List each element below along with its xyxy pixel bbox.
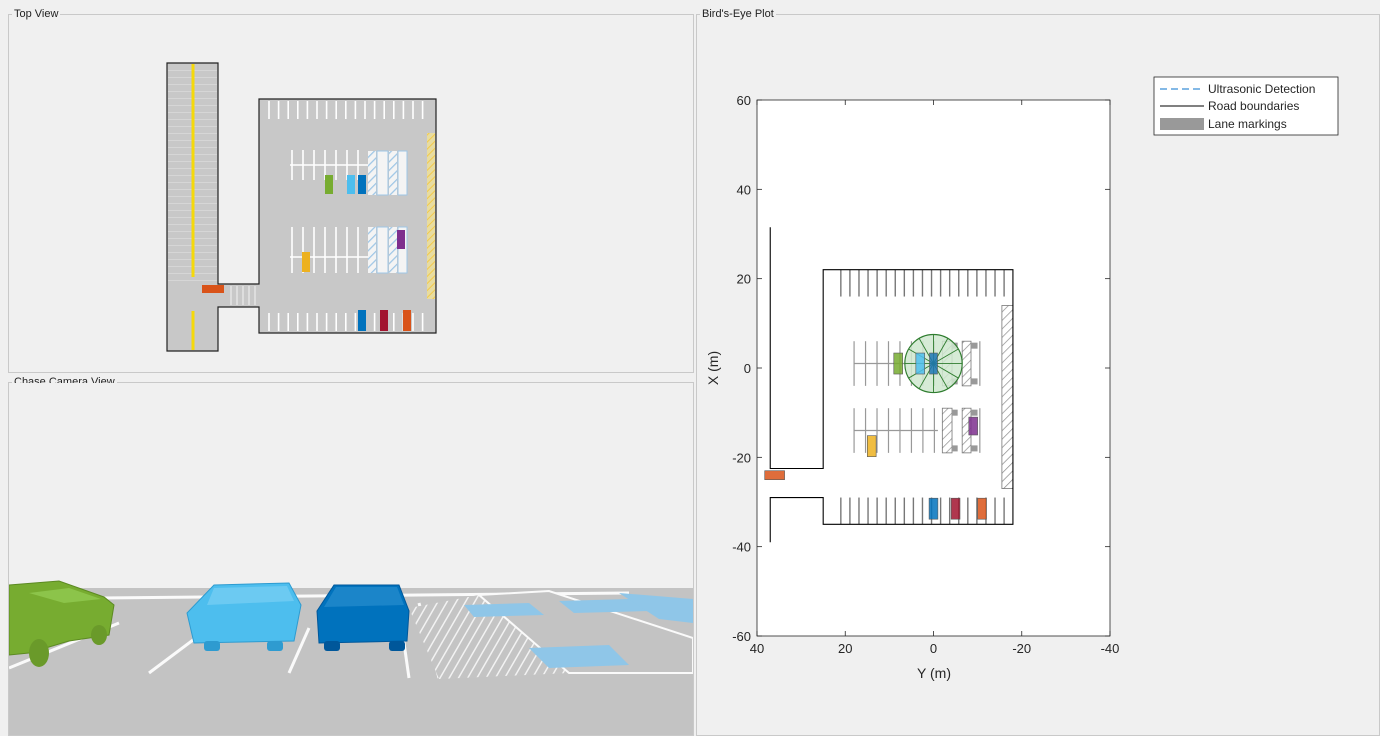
top-view-scene: [166, 62, 437, 352]
handicap-stall: [961, 340, 972, 387]
legend: Ultrasonic Detection Road boundaries Lan…: [1153, 76, 1339, 136]
chase-car-blue: [316, 584, 410, 651]
legend-ultrasonic-label: Ultrasonic Detection: [1208, 82, 1315, 96]
top-view-car-yellow: [302, 252, 310, 272]
vehicle-parked-blue: [928, 497, 939, 520]
hatched-strip: [1001, 305, 1014, 490]
vehicle-moving-orange: [764, 470, 785, 480]
x-tick-label: 40: [750, 641, 764, 656]
y-tick-label: -40: [732, 540, 751, 555]
vehicle-parked-purple: [968, 416, 978, 436]
birds-eye-plot: 40 20 0 -20 -406040200-20-40-60 Y (m) X (m) …: [705, 76, 1339, 681]
handicap-marker: [971, 342, 978, 349]
y-tick-label: 40: [737, 182, 751, 197]
legend-lane-label: Lane markings: [1208, 117, 1287, 131]
y-tick-label: 60: [737, 93, 751, 108]
top-view-panel: Top View: [0, 0, 694, 373]
vehicle-ego: [929, 352, 938, 375]
x-tick-label: 20: [838, 641, 852, 656]
top-view-car-moving: [202, 285, 224, 293]
top-view-car-red: [380, 310, 388, 331]
handicap-stall: [941, 407, 953, 454]
vehicle-parked-yellow: [867, 435, 877, 457]
vehicle-parked-orange: [977, 497, 987, 520]
legend-lane-swatch: [1160, 118, 1204, 130]
legend-road-label: Road boundaries: [1208, 99, 1299, 113]
x-tick-label: 0: [930, 641, 937, 656]
y-tick-label: 0: [744, 361, 751, 376]
y-tick-label: 20: [737, 272, 751, 287]
vehicle-parked-red: [950, 497, 961, 520]
top-view-car-blue: [358, 175, 366, 194]
x-tick-label: -40: [1101, 641, 1120, 656]
y-tick-label: -60: [732, 629, 751, 644]
top-view-car-orange: [403, 310, 411, 331]
vehicle-parked-green: [893, 352, 903, 375]
top-view-car-purple: [397, 230, 405, 249]
handicap-marker: [951, 445, 958, 452]
chase-camera-scene: [9, 383, 693, 735]
top-view-car-green: [325, 175, 333, 194]
top-view-car-light-blue: [347, 175, 355, 194]
chase-camera-panel: Chase Camera View: [0, 374, 694, 736]
y-tick-label: -20: [732, 450, 751, 465]
x-axis-label: Y (m): [917, 665, 951, 681]
top-view-car-blue-2: [358, 310, 366, 331]
handicap-marker: [971, 445, 978, 452]
vehicle-parked-light-blue: [915, 352, 925, 375]
handicap-marker: [971, 409, 978, 416]
handicap-marker: [951, 409, 958, 416]
x-tick-label: -20: [1012, 641, 1031, 656]
top-view-hatched-strip: [427, 133, 435, 299]
y-axis-label: X (m): [705, 351, 721, 385]
handicap-marker: [971, 378, 978, 385]
